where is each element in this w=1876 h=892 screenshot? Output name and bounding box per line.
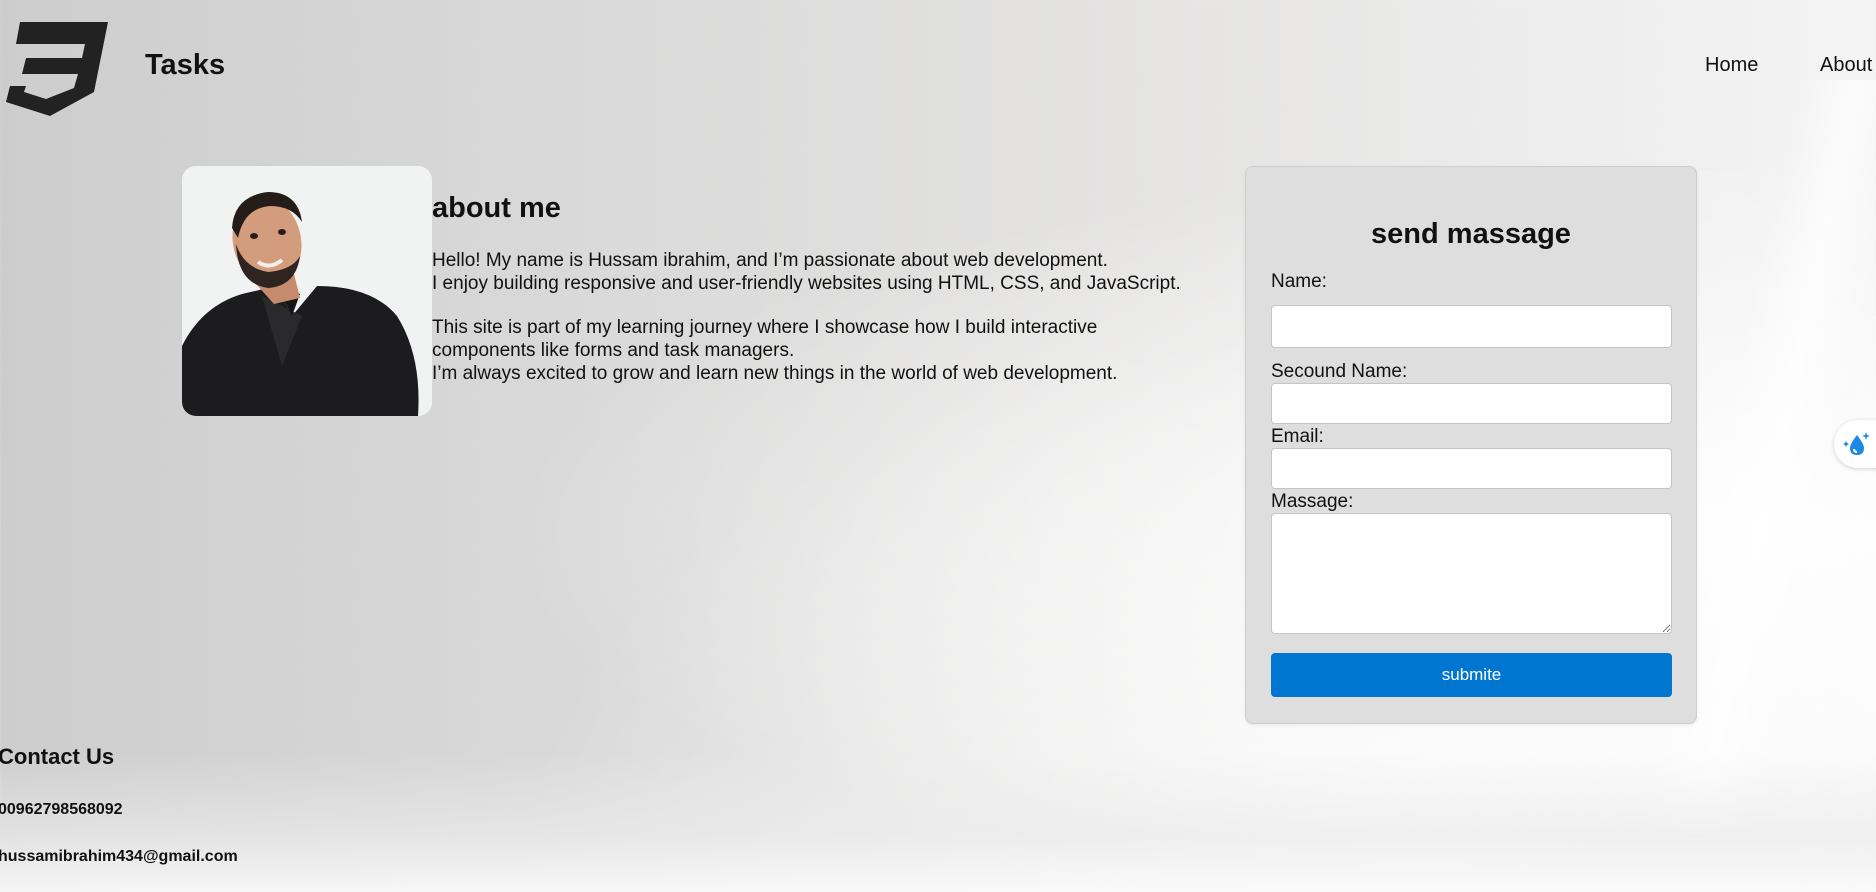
contact-phone: 00962798568092 [0, 801, 123, 818]
background-floor [0, 752, 1876, 892]
second-name-input[interactable] [1271, 383, 1672, 424]
profile-photo [182, 166, 432, 416]
about-paragraph-2: This site is part of my learning journey… [432, 317, 1118, 384]
name-label: Name: [1271, 271, 1327, 292]
about-paragraph-1: Hello! My name is Hussam ibrahim, and I’… [432, 250, 1181, 294]
nav-about-link[interactable]: About [1820, 54, 1872, 77]
email-label: Email: [1271, 426, 1324, 447]
contact-email: hussamibrahim434@gmail.com [0, 848, 238, 865]
name-input[interactable] [1271, 305, 1672, 348]
nav-home-link[interactable]: Home [1705, 54, 1758, 77]
form-title: send massage [1371, 218, 1571, 250]
css3-logo-icon[interactable] [6, 22, 108, 116]
email-input[interactable] [1271, 448, 1672, 489]
submit-button[interactable]: submite [1271, 653, 1672, 697]
message-label: Massage: [1271, 491, 1354, 512]
contact-title: Contact Us [0, 744, 115, 769]
about-title: about me [432, 192, 561, 224]
second-name-label: Secound Name: [1271, 361, 1408, 382]
floating-widget-button[interactable] [1834, 420, 1876, 468]
brand-title[interactable]: Tasks [145, 49, 225, 82]
contact-form-card: send massage Name: Secound Name: Email: … [1245, 166, 1697, 724]
message-textarea[interactable] [1271, 513, 1672, 634]
